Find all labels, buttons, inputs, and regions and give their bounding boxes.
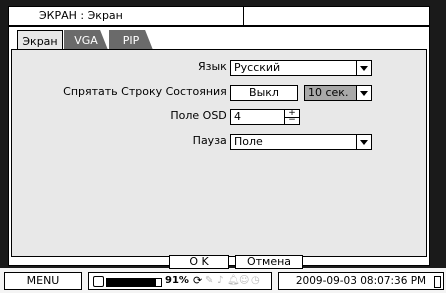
chevron-down-icon (356, 135, 371, 149)
clock-icon: ◷ (251, 275, 260, 286)
osd-field-value: 4 (234, 110, 241, 123)
record-icon: ✎ (205, 275, 214, 286)
tab-pip[interactable]: PIP (109, 30, 153, 50)
hide-status-timeout-value: 10 сек. (308, 86, 349, 99)
alarm-icon: ♪ (217, 275, 224, 286)
datetime-text: 2009-09-03 08:07:36 PM (295, 275, 427, 287)
disk-percent: 91% (165, 275, 189, 286)
bell-icon: 🔔︎ (227, 275, 240, 286)
network-icon: ⟳ (193, 274, 203, 287)
tab-vga[interactable]: VGA (64, 30, 108, 50)
status-bar: MENU 91% ⟳ ✎ ♪ 🔔︎ ☺ ◷ 2009-09-03 08:07:3… (0, 270, 446, 293)
dvr-screen: ЭКРАН : Экран Экран VGA PIP Язык : Русск… (0, 0, 446, 293)
battery-icon (434, 276, 441, 288)
page-title: ЭКРАН : Экран (9, 7, 244, 25)
tab-screen[interactable]: Экран (17, 30, 63, 50)
datetime-display: 2009-09-03 08:07:36 PM (278, 272, 444, 290)
status-indicators: 91% ⟳ ✎ ♪ 🔔︎ ☺ ◷ (88, 272, 272, 290)
title-bar: ЭКРАН : Экран (8, 6, 430, 26)
settings-window: Экран VGA PIP Язык : Русский Спрятать Ст… (8, 26, 430, 269)
chevron-down-icon (356, 86, 371, 100)
disk-usage-fill (107, 279, 157, 286)
ok-button[interactable]: O K (169, 255, 229, 269)
spinner-icon[interactable]: + − (284, 109, 299, 125)
osd-field-label: Поле OSD : (170, 109, 234, 122)
spinner-down-icon[interactable]: − (285, 116, 299, 125)
language-dropdown[interactable]: Русский (230, 60, 372, 76)
user-icon: ☺ (239, 275, 250, 286)
pause-dropdown[interactable]: Поле (230, 134, 372, 150)
language-label: Язык : (197, 60, 234, 73)
chevron-down-icon (356, 61, 371, 75)
pause-label: Пауза : (192, 134, 234, 147)
disk-icon (93, 276, 104, 287)
disk-usage-bar (106, 278, 162, 287)
osd-field-stepper[interactable]: 4 + − (230, 109, 300, 125)
cancel-button[interactable]: Отмена (235, 255, 303, 269)
menu-button[interactable]: MENU (4, 272, 82, 290)
hide-status-toggle[interactable]: Выкл (230, 85, 298, 101)
pause-value: Поле (234, 135, 263, 148)
settings-panel: Язык : Русский Спрятать Строку Состояния… (11, 49, 427, 257)
hide-status-timeout-dropdown[interactable]: 10 сек. (304, 85, 372, 101)
hide-status-label: Спрятать Строку Состояния : (63, 85, 234, 98)
language-value: Русский (234, 61, 281, 74)
